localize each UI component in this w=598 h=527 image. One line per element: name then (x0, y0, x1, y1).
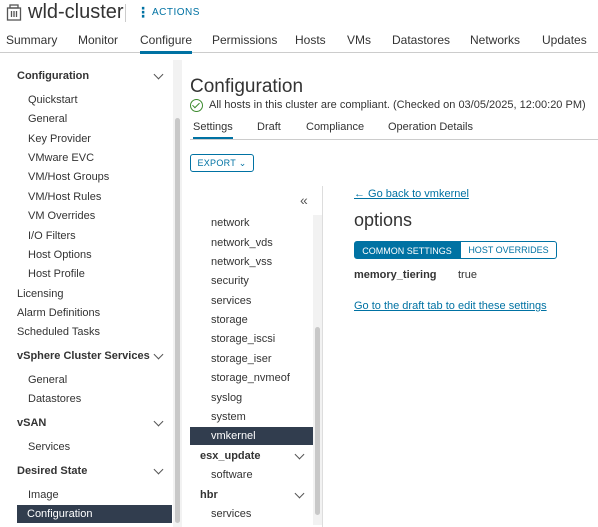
sidebar-item-host-profile[interactable]: Host Profile (28, 265, 85, 283)
sidebar-section-cluster-services[interactable]: vSphere Cluster Services (17, 347, 150, 365)
compliance-status-text: All hosts in this cluster are compliant.… (209, 99, 586, 111)
tab-compliance[interactable]: Compliance (306, 121, 364, 133)
actions-menu-button[interactable]: ACTIONS (152, 7, 200, 18)
tree-item-syslog[interactable]: syslog (211, 389, 242, 407)
sidebar-section-vsan[interactable]: vSAN (17, 414, 46, 432)
sidebar-item-image[interactable]: Image (28, 486, 59, 504)
tree-group-esx-update[interactable]: esx_update (200, 447, 261, 465)
tab-draft[interactable]: Draft (257, 121, 281, 133)
tree-item-software[interactable]: software (211, 466, 253, 484)
tree-item-hbr-services[interactable]: services (211, 505, 251, 523)
tree-item-network[interactable]: network (211, 214, 250, 232)
collapse-panel-icon[interactable]: « (300, 192, 308, 208)
host-overrides-toggle[interactable]: HOST OVERRIDES (460, 241, 557, 259)
setting-name: memory_tiering (354, 269, 437, 281)
sidebar-section-desired-state[interactable]: Desired State (17, 462, 87, 480)
sidebar-item-io-filters[interactable]: I/O Filters (28, 227, 76, 245)
setting-value: true (458, 269, 477, 281)
header-divider (125, 4, 126, 22)
tab-summary[interactable]: Summary (6, 33, 57, 47)
sidebar-scrollbar-thumb[interactable] (175, 118, 180, 523)
tab-datastores[interactable]: Datastores (392, 33, 450, 47)
check-circle-icon (190, 99, 203, 112)
tab-vms[interactable]: VMs (347, 33, 371, 47)
sidebar-item-quickstart[interactable]: Quickstart (28, 91, 78, 109)
sidebar-item-general[interactable]: General (28, 110, 67, 128)
tree-item-storage-nvmeof[interactable]: storage_nvmeof (211, 369, 290, 387)
sidebar-item-vm-overrides[interactable]: VM Overrides (28, 207, 95, 225)
tree-item-security[interactable]: security (211, 272, 249, 290)
export-button[interactable]: EXPORT ⌄ (190, 154, 254, 172)
tab-updates[interactable]: Updates (542, 33, 587, 47)
tab-networks[interactable]: Networks (470, 33, 520, 47)
sidebar-item-key-provider[interactable]: Key Provider (28, 130, 91, 148)
tree-item-vmkernel[interactable]: vmkernel (190, 427, 313, 445)
tree-item-storage-iscsi[interactable]: storage_iscsi (211, 330, 275, 348)
object-header: wld-cluster ⋮ ACTIONS (0, 0, 598, 28)
go-to-draft-link[interactable]: Go to the draft tab to edit these settin… (354, 300, 547, 312)
sidebar-item-vmware-evc[interactable]: VMware EVC (28, 149, 94, 167)
sidebar-item-scheduled-tasks[interactable]: Scheduled Tasks (17, 323, 100, 341)
tree-scrollbar-thumb[interactable] (315, 327, 320, 515)
tree-item-network-vds[interactable]: network_vds (211, 234, 273, 252)
sidebar-item-vm-host-groups[interactable]: VM/Host Groups (28, 168, 109, 186)
detail-title: options (354, 210, 413, 230)
tab-configure[interactable]: Configure (140, 33, 193, 54)
sidebar-item-configuration[interactable]: Configuration (17, 505, 172, 523)
sidebar-item-cluster-datastores[interactable]: Datastores (28, 390, 81, 408)
common-settings-toggle[interactable]: COMMON SETTINGS (354, 241, 460, 259)
tree-item-services[interactable]: services (211, 292, 251, 310)
back-link[interactable]: ← Go back to vmkernel (354, 188, 469, 200)
main-tabs: Summary Monitor Configure Permissions Ho… (0, 28, 598, 54)
sidebar-item-vm-host-rules[interactable]: VM/Host Rules (28, 188, 101, 206)
sub-tabs: Settings Draft Compliance Operation Deta… (190, 118, 598, 140)
sidebar-item-host-options[interactable]: Host Options (28, 246, 92, 264)
tree-item-storage-iser[interactable]: storage_iser (211, 350, 272, 368)
sidebar-item-cluster-general[interactable]: General (28, 371, 67, 389)
tab-hosts[interactable]: Hosts (295, 33, 326, 47)
tree-item-network-vss[interactable]: network_vss (211, 253, 272, 271)
more-vertical-icon[interactable]: ⋮ (136, 4, 150, 20)
page-title: Configuration (190, 76, 304, 97)
tab-monitor[interactable]: Monitor (78, 33, 118, 47)
sidebar-item-licensing[interactable]: Licensing (17, 285, 63, 303)
tab-settings[interactable]: Settings (193, 121, 233, 139)
tab-operation-details[interactable]: Operation Details (388, 121, 473, 133)
tree-group-hbr[interactable]: hbr (200, 486, 218, 504)
sidebar-item-alarm-definitions[interactable]: Alarm Definitions (17, 304, 100, 322)
tree-item-storage[interactable]: storage (211, 311, 248, 329)
sidebar-section-configuration[interactable]: Configuration (17, 67, 89, 85)
tab-permissions[interactable]: Permissions (212, 33, 277, 47)
sidebar-item-vsan-services[interactable]: Services (28, 438, 70, 456)
tree-item-system[interactable]: system (211, 408, 246, 426)
cluster-title: wld-cluster (28, 1, 124, 23)
cluster-icon (6, 4, 22, 21)
